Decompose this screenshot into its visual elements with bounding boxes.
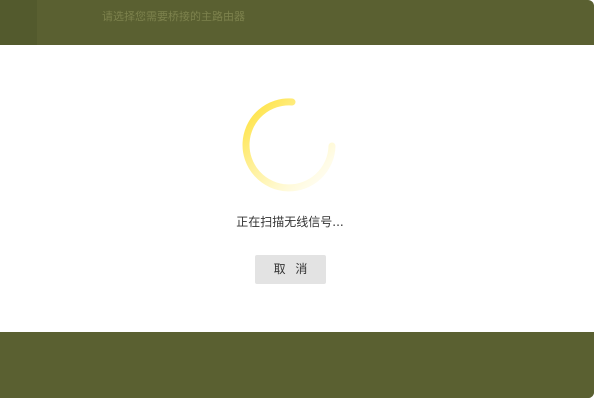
dimmed-overlay: 请选择您需要桥接的主路由器 正在扫描无线信号... 取 消 — [0, 0, 594, 398]
dialog-header: 请选择您需要桥接的主路由器 — [0, 0, 594, 45]
scan-status-text: 正在扫描无线信号... — [236, 215, 344, 229]
cancel-button[interactable]: 取 消 — [255, 255, 326, 284]
dialog-footer — [0, 332, 594, 398]
dialog-title: 请选择您需要桥接的主路由器 — [102, 10, 245, 23]
loading-spinner-icon — [242, 98, 336, 192]
